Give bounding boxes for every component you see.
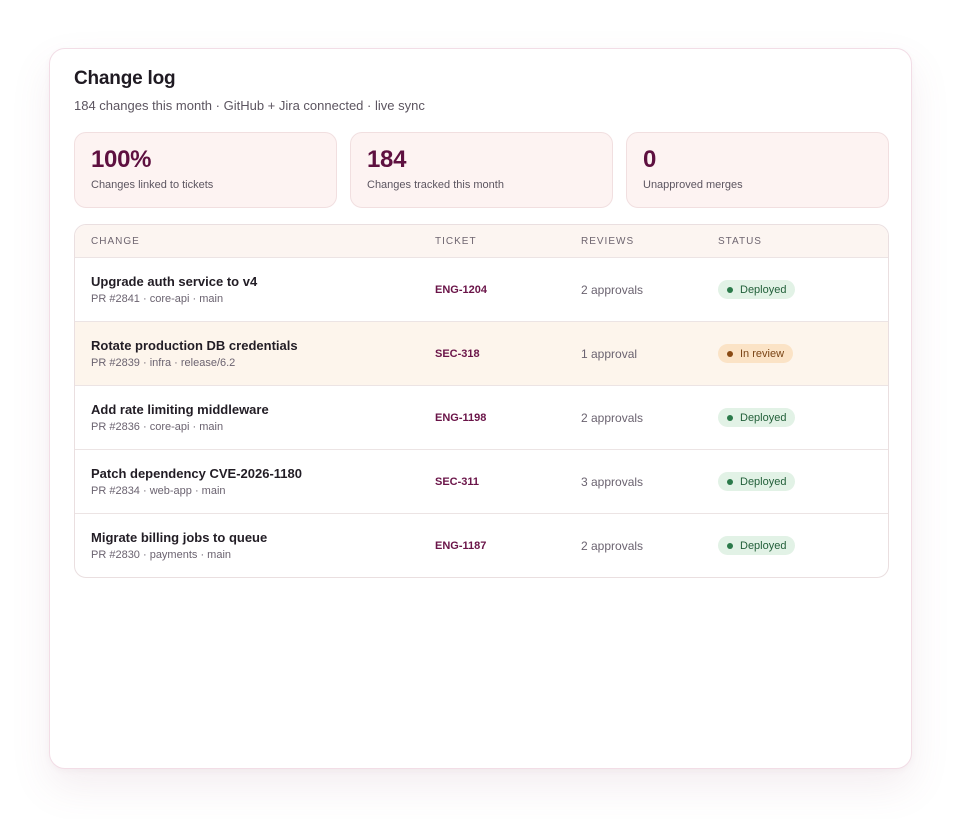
column-header-status[interactable]: Status	[718, 236, 868, 247]
status-badge: Deployed	[718, 280, 796, 299]
change-meta: PR #2841 · core-api · main	[91, 292, 224, 305]
reviews-count: 2 approvals	[581, 410, 644, 425]
status-label: Deployed	[740, 411, 787, 424]
change-title: Rotate production DB credentials	[91, 337, 298, 353]
stat-label: Changes linked to tickets	[91, 179, 214, 191]
status-label: Deployed	[740, 475, 787, 488]
change-meta: PR #2830 · payments · main	[91, 548, 232, 561]
ticket-link[interactable]: ENG-1187	[435, 540, 565, 552]
change-title: Upgrade auth service to v4	[91, 273, 258, 289]
table-row[interactable]: Upgrade auth service to v4 PR #2841 · co…	[75, 257, 888, 321]
change-title: Migrate billing jobs to queue	[91, 529, 268, 545]
status-label: Deployed	[740, 539, 787, 552]
table-row[interactable]: Rotate production DB credentials PR #283…	[75, 321, 888, 385]
stat-value: 0	[643, 146, 657, 173]
status-label: In review	[740, 347, 785, 360]
table-header-row: Change Ticket Reviews Status	[75, 225, 888, 257]
table-row[interactable]: Add rate limiting middleware PR #2836 · …	[75, 385, 888, 449]
stat-card-linked: 100% Changes linked to tickets	[74, 132, 337, 208]
stat-card-unapproved: 0 Unapproved merges	[626, 132, 889, 208]
status-badge: Deployed	[718, 408, 796, 427]
stat-label: Unapproved merges	[643, 179, 743, 191]
reviews-count: 2 approvals	[581, 538, 644, 553]
ticket-link[interactable]: ENG-1204	[435, 284, 565, 296]
ticket-link[interactable]: SEC-318	[435, 348, 565, 360]
table-row[interactable]: Migrate billing jobs to queue PR #2830 ·…	[75, 513, 888, 577]
change-log-card: Change log 184 changes this month · GitH…	[49, 48, 912, 769]
table-row[interactable]: Patch dependency CVE-2026-1180 PR #2834 …	[75, 449, 888, 513]
change-meta: PR #2836 · core-api · main	[91, 420, 224, 433]
page-title: Change log	[74, 68, 176, 89]
column-header-change[interactable]: Change	[91, 236, 421, 247]
change-meta: PR #2834 · web-app · main	[91, 484, 226, 497]
status-badge: Deployed	[718, 536, 796, 555]
reviews-count: 3 approvals	[581, 474, 644, 489]
status-dot-icon	[727, 542, 733, 549]
stat-card-tracked: 184 Changes tracked this month	[350, 132, 613, 208]
stat-value: 100%	[91, 146, 152, 173]
change-table: Change Ticket Reviews Status Upgrade aut…	[74, 224, 889, 578]
reviews-count: 2 approvals	[581, 282, 644, 297]
status-dot-icon	[727, 414, 733, 421]
column-header-reviews[interactable]: Reviews	[581, 236, 701, 247]
status-dot-icon	[727, 350, 733, 357]
status-label: Deployed	[740, 283, 787, 296]
status-badge: Deployed	[718, 472, 796, 491]
status-dot-icon	[727, 286, 733, 293]
stat-value: 184	[367, 146, 407, 173]
column-header-ticket[interactable]: Ticket	[435, 236, 565, 247]
ticket-link[interactable]: ENG-1198	[435, 412, 565, 424]
status-dot-icon	[727, 478, 733, 485]
stat-label: Changes tracked this month	[367, 179, 504, 191]
stats-row: 100% Changes linked to tickets 184 Chang…	[74, 132, 889, 208]
reviews-count: 1 approval	[581, 346, 638, 361]
status-badge: In review	[718, 344, 794, 363]
change-meta: PR #2839 · infra · release/6.2	[91, 356, 236, 369]
change-title: Patch dependency CVE-2026-1180	[91, 465, 302, 481]
ticket-link[interactable]: SEC-311	[435, 476, 565, 488]
page-subtitle: 184 changes this month · GitHub + Jira c…	[74, 98, 425, 113]
change-title: Add rate limiting middleware	[91, 401, 269, 417]
